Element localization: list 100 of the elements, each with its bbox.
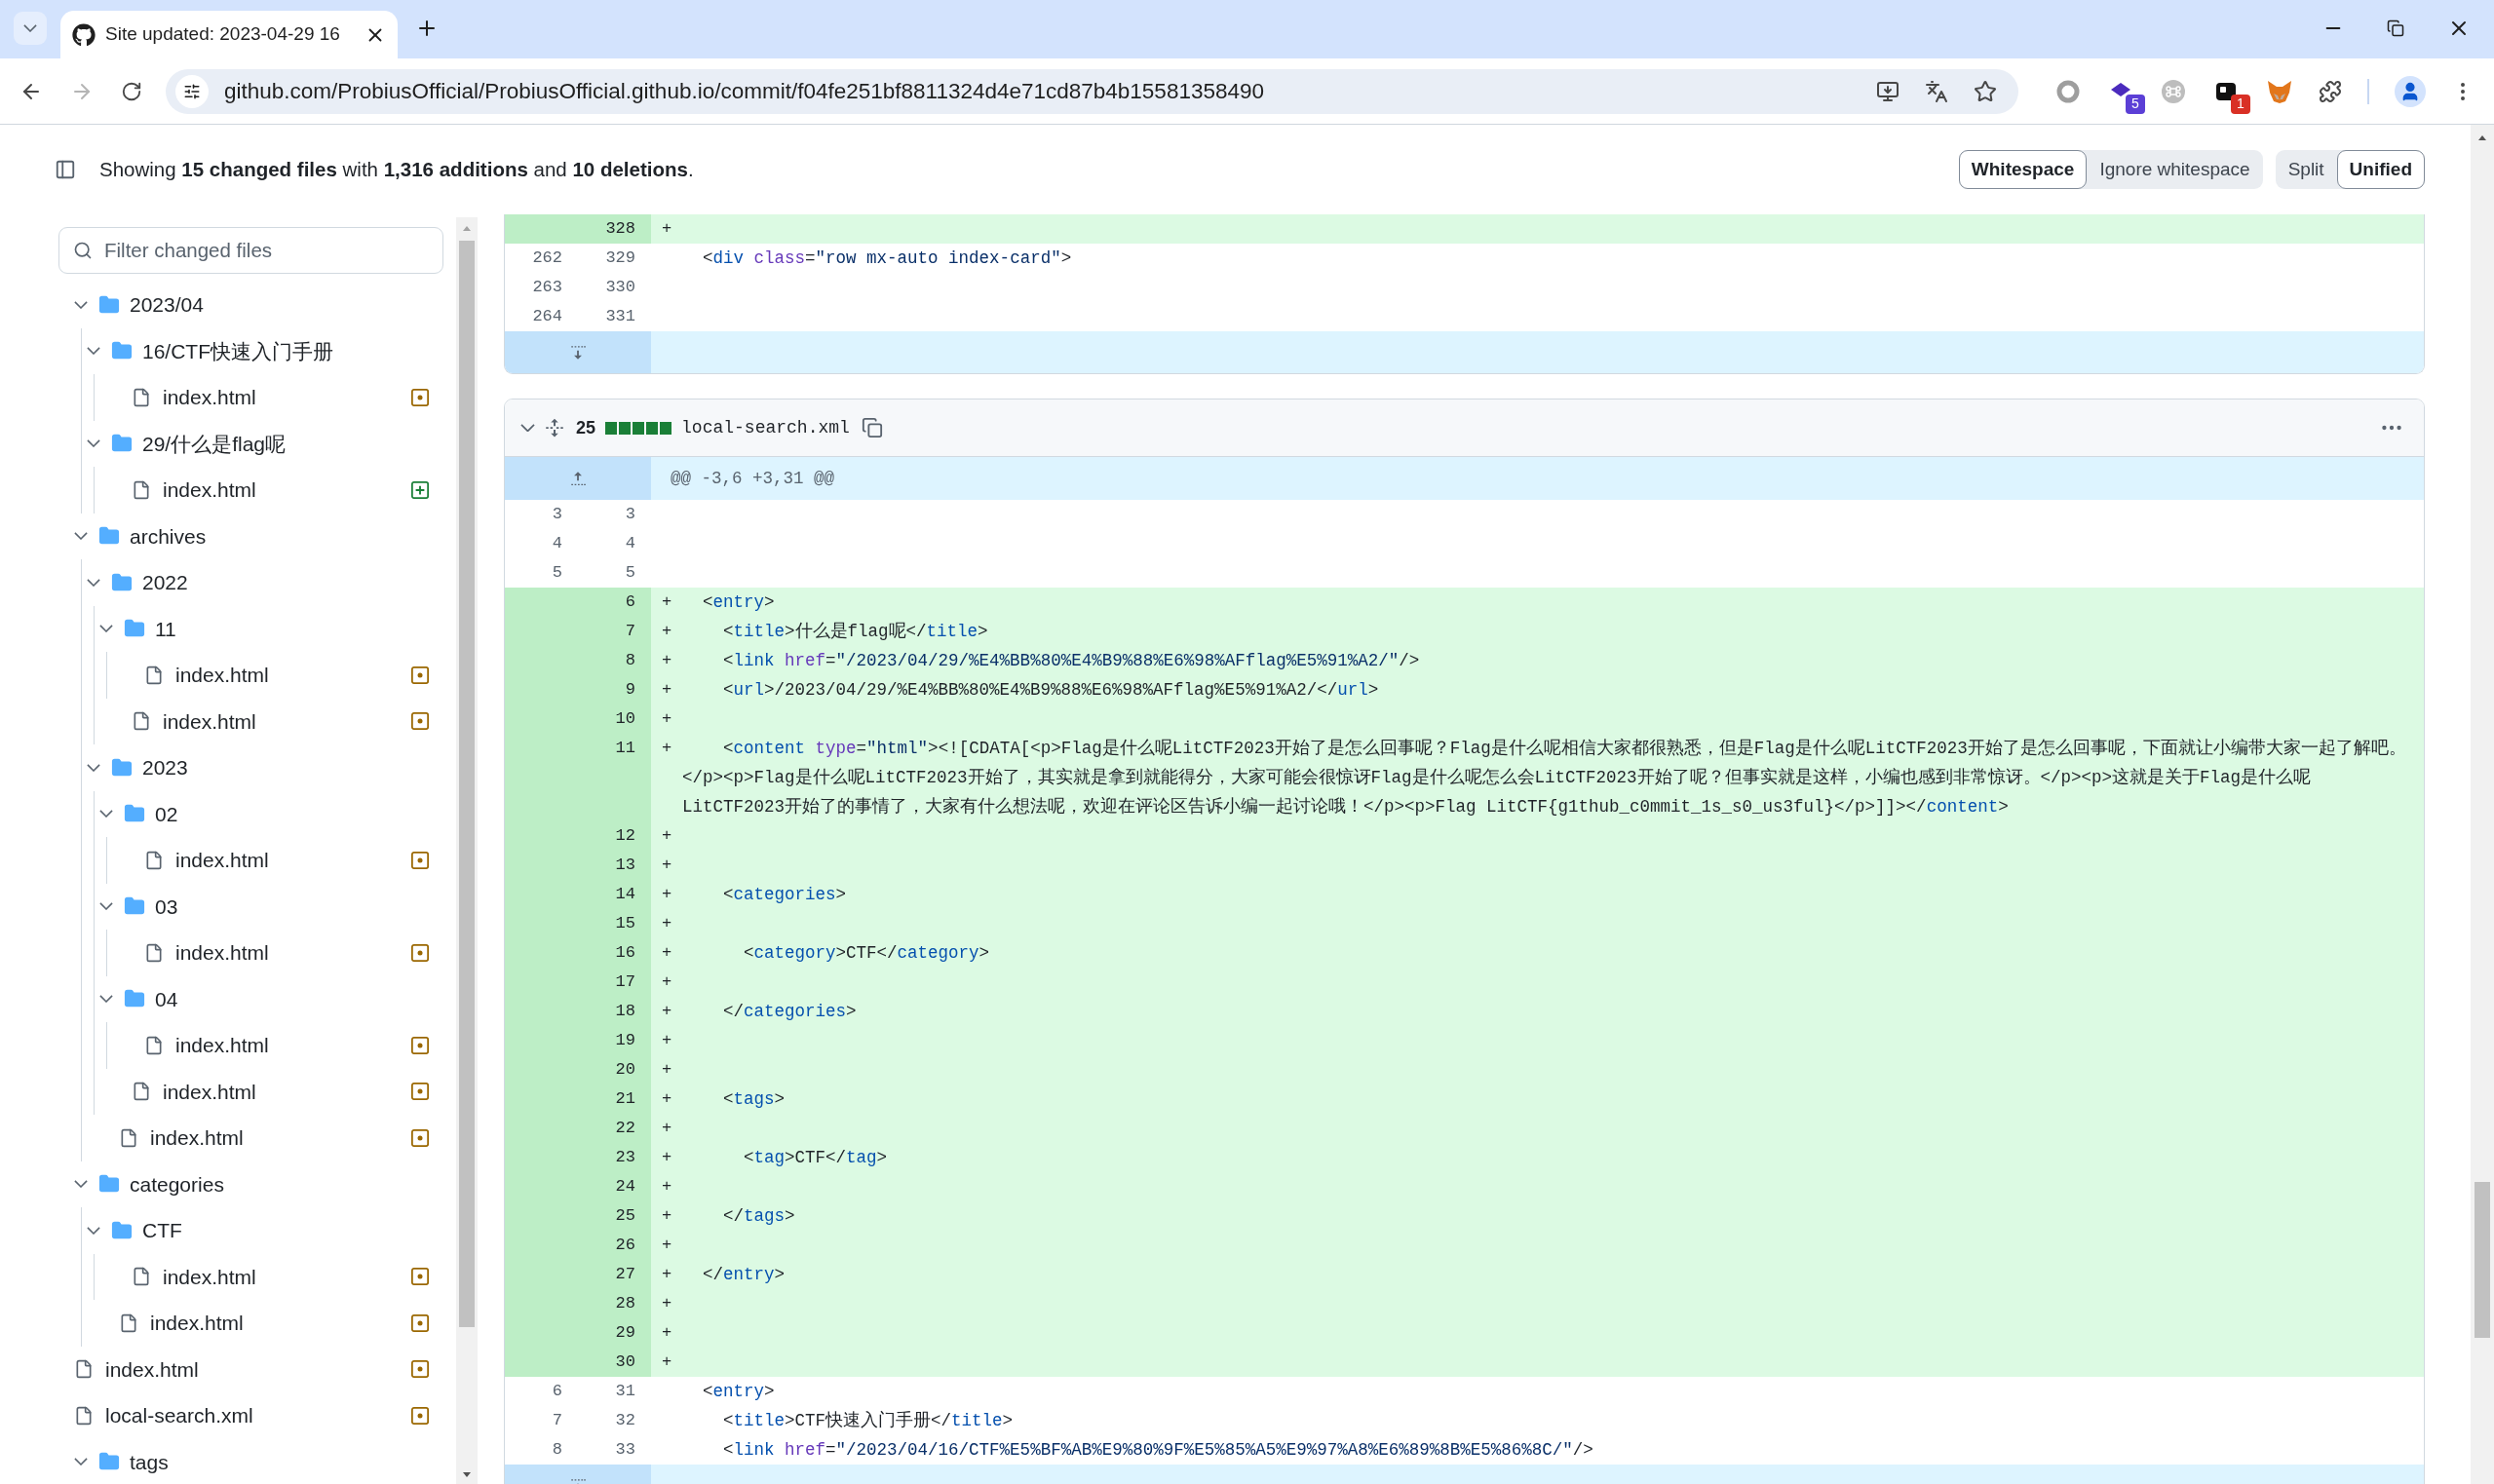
diff-marker: + <box>651 1084 682 1114</box>
file-icon <box>119 1313 138 1333</box>
folder-icon <box>98 293 120 316</box>
tree-file[interactable]: index.html <box>74 1353 410 1385</box>
tree-folder[interactable]: 03 <box>98 891 178 922</box>
line-number: 14 <box>578 880 651 909</box>
sidebar-scrollbar[interactable] <box>456 217 478 1484</box>
tree-file[interactable]: index.html <box>144 660 410 691</box>
line-number: 328 <box>578 214 651 244</box>
tree-file[interactable]: local-search.xml <box>74 1400 410 1431</box>
segment-button[interactable]: Split <box>2275 150 2337 189</box>
expand-down-icon[interactable] <box>569 343 587 361</box>
tree-file[interactable]: index.html <box>132 1261 410 1292</box>
collapse-icon[interactable] <box>520 423 535 433</box>
file-icon <box>74 1359 94 1380</box>
tree-folder[interactable]: 2023/04 <box>73 289 204 321</box>
chevron-icon[interactable] <box>87 1226 100 1235</box>
chevron-icon[interactable] <box>87 439 100 448</box>
segment-button[interactable]: Ignore whitespace <box>2087 150 2263 189</box>
segment-button[interactable]: Whitespace <box>1958 150 2088 189</box>
diff-marker: + <box>651 968 682 997</box>
line-number: 22 <box>578 1114 651 1143</box>
filter-field[interactable]: Filter changed files <box>58 227 443 274</box>
diff-marker: + <box>651 938 682 968</box>
tree-file[interactable]: index.html <box>132 475 410 506</box>
tree-file[interactable]: index.html <box>144 845 410 876</box>
tree-folder[interactable]: 16/CTF快速入门手册 <box>86 335 333 366</box>
diff-summary: Showing 15 changed files with 1,316 additions and 10 deletions. <box>99 156 694 182</box>
site-settings-icon[interactable] <box>183 82 201 100</box>
chevron-icon[interactable] <box>99 995 113 1004</box>
tree-folder[interactable]: 29/什么是flag呢 <box>86 428 287 459</box>
diff-marker: + <box>651 617 682 646</box>
diff-marker: + <box>651 880 682 909</box>
tree-folder[interactable]: 04 <box>98 983 178 1014</box>
tree-folder[interactable]: 11 <box>98 613 176 644</box>
file-icon <box>132 711 151 732</box>
tree-file[interactable]: index.html <box>132 382 410 413</box>
file-icon <box>132 479 151 500</box>
url-text: github.com/ProbiusOfficial/ProbiusOfficial.github.io/commit/f04fe251bf8811324d4e71cd87b4b15581358490 <box>224 77 1265 105</box>
expand-up-icon[interactable] <box>569 470 587 487</box>
tree-file[interactable]: index.html <box>119 1123 410 1154</box>
line-number: 23 <box>578 1143 651 1172</box>
profile-avatar[interactable] <box>2395 75 2426 107</box>
line-number: 11 <box>578 734 651 821</box>
bookmark-star-icon[interactable] <box>1974 79 1997 103</box>
file-icon <box>144 942 164 963</box>
page-scrollbar[interactable] <box>2471 125 2494 1484</box>
tree-folder[interactable]: tags <box>73 1446 169 1477</box>
extensions-icon[interactable] <box>2319 79 2342 103</box>
tree-file[interactable]: index.html <box>144 1030 410 1061</box>
ring-extension-icon[interactable] <box>2055 78 2081 104</box>
browser-tab[interactable]: Site updated: 2023-04-29 16 <box>60 11 398 58</box>
install-icon[interactable] <box>1876 79 1899 103</box>
diff-marker: + <box>651 1201 682 1231</box>
line-number: 16 <box>578 938 651 968</box>
tree-folder[interactable]: archives <box>73 520 207 552</box>
chevron-icon[interactable] <box>87 763 100 772</box>
chevron-icon[interactable] <box>87 578 100 587</box>
tree-file[interactable]: index.html <box>132 1076 410 1107</box>
tree-file[interactable]: index.html <box>144 937 410 969</box>
filter-input: Filter changed files <box>104 235 442 266</box>
file-icon <box>132 1267 151 1287</box>
expand-all-icon[interactable] <box>545 418 564 438</box>
tree-folder[interactable]: categories <box>73 1168 224 1199</box>
reload-icon[interactable] <box>121 80 142 102</box>
chevron-icon[interactable] <box>74 300 88 309</box>
tree-folder[interactable]: 2022 <box>86 567 188 598</box>
sidebar-toggle-icon[interactable] <box>55 159 76 180</box>
diff-marker: + <box>651 704 682 734</box>
tree-file[interactable]: index.html <box>119 1308 410 1339</box>
chevron-icon[interactable] <box>23 24 37 32</box>
file-icon <box>132 1082 151 1102</box>
line-number: 25 <box>578 1201 651 1231</box>
restore-icon[interactable] <box>2387 19 2404 37</box>
diff-marker: + <box>651 1172 682 1201</box>
chevron-icon[interactable] <box>74 1180 88 1189</box>
tree-folder[interactable]: 2023 <box>86 752 188 783</box>
line-number: 24 <box>578 1172 651 1201</box>
segment-button[interactable]: Unified <box>2336 150 2425 189</box>
diff-marker: + <box>651 588 682 617</box>
line-number: 15 <box>578 909 651 938</box>
copy-icon[interactable] <box>861 417 883 438</box>
tree-folder[interactable]: CTF <box>86 1215 182 1246</box>
tree-folder[interactable]: 02 <box>98 798 178 829</box>
file-icon <box>132 387 151 407</box>
fox-icon[interactable] <box>2266 78 2293 104</box>
chevron-icon[interactable] <box>74 1458 88 1466</box>
file-name[interactable]: local-search.xml <box>681 414 850 441</box>
translate-icon[interactable] <box>1925 79 1948 103</box>
chevron-icon[interactable] <box>99 810 113 818</box>
tree-file[interactable]: index.html <box>132 705 410 737</box>
chevron-icon[interactable] <box>74 532 88 541</box>
chevron-icon[interactable] <box>87 347 100 356</box>
chevron-icon[interactable] <box>99 625 113 633</box>
address-bar[interactable]: github.com/ProbiusOfficial/ProbiusOfficial.github.io/commit/f04fe251bf8811324d4e71cd87b4b15581358490 <box>166 68 2018 114</box>
chevron-icon[interactable] <box>99 902 113 911</box>
line-number: 27 <box>578 1260 651 1289</box>
tab-list-button[interactable] <box>14 12 47 45</box>
diff-marker: + <box>651 851 682 880</box>
tab-title: Site updated: 2023-04-29 16 <box>105 22 341 47</box>
